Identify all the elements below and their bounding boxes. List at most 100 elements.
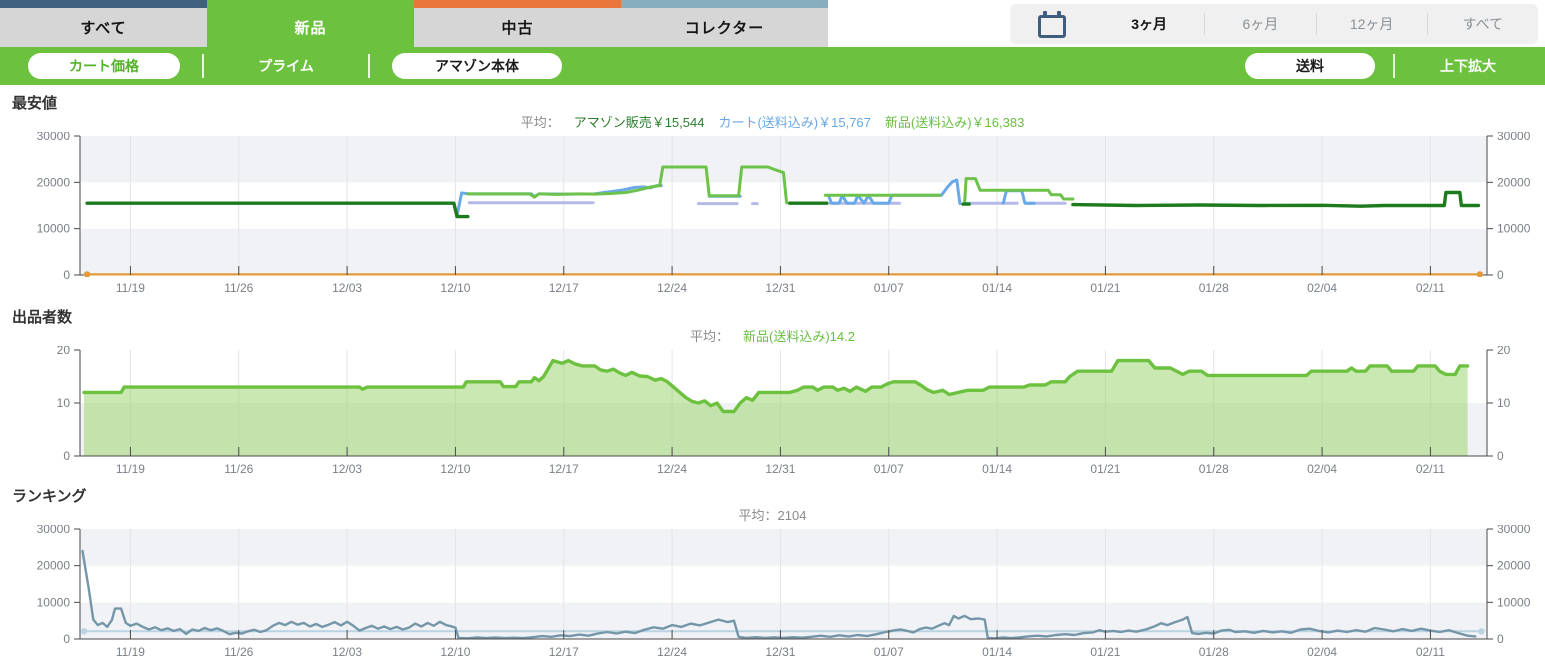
svg-text:12/03: 12/03	[332, 645, 362, 659]
toolbar-separator	[202, 54, 204, 78]
svg-text:0: 0	[1497, 268, 1504, 282]
svg-text:11/26: 11/26	[224, 645, 253, 659]
svg-text:11/19: 11/19	[116, 281, 145, 295]
svg-text:01/07: 01/07	[874, 462, 904, 476]
svg-text:12/10: 12/10	[440, 645, 470, 659]
condition-tabs: すべて 新品 中古 コレクター	[0, 0, 828, 47]
sellers-chart[interactable]: 0 0 10 10 20 20 11/19 11/26 12/03 12/10 12/17 12/24…	[0, 346, 1545, 482]
svg-text:12/10: 12/10	[440, 462, 470, 476]
svg-text:01/07: 01/07	[874, 645, 904, 659]
tab-new[interactable]: 新品	[207, 0, 414, 47]
svg-text:02/11: 02/11	[1416, 281, 1445, 295]
price-chart-legend: 平均： アマゾン販売￥15,544 カート(送料込み)￥15,767 新品(送料込み)…	[0, 114, 1545, 132]
legend-average-label: 平均：	[690, 329, 730, 344]
svg-text:02/04: 02/04	[1307, 462, 1337, 476]
period-6m[interactable]: 6ヶ月	[1205, 14, 1315, 34]
svg-text:01/28: 01/28	[1199, 281, 1229, 295]
legend-sellers-new: 新品(送料込み)14.2	[743, 329, 855, 344]
svg-text:20000: 20000	[37, 559, 71, 573]
legend-average-label: 平均：	[520, 115, 560, 130]
tab-used-accent	[414, 0, 621, 8]
svg-text:11/26: 11/26	[224, 281, 253, 295]
svg-text:01/14: 01/14	[982, 281, 1012, 295]
svg-text:12/31: 12/31	[765, 462, 795, 476]
legend-ranking-average: 平均：2104	[738, 508, 807, 523]
svg-text:10000: 10000	[1497, 595, 1531, 609]
ranking-chart[interactable]: 0 0 10000 10000 20000 20000 30000 30000 11/19 11/…	[0, 525, 1545, 665]
toolbar: カート価格 プライム アマゾン本体 送料 上下拡大	[0, 47, 1545, 85]
price-tracker-app: すべて 新品 中古 コレクター 3ヶ月 6ヶ月 12ヶ月 すべて カート価格 プ…	[0, 0, 1545, 669]
svg-text:20: 20	[1497, 346, 1511, 357]
sellers-chart-legend: 平均： 新品(送料込み)14.2	[0, 328, 1545, 346]
svg-text:0: 0	[63, 449, 70, 463]
price-chart[interactable]: 0 0 10000 10000 20000 20000 30000 30000 11/19 11/…	[0, 132, 1545, 301]
tab-collector-label: コレクター	[621, 8, 828, 47]
cart-price-button[interactable]: カート価格	[28, 53, 180, 79]
svg-text:12/10: 12/10	[440, 281, 470, 295]
period-selector: 3ヶ月 6ヶ月 12ヶ月 すべて	[1010, 4, 1538, 44]
legend-cart-price: カート(送料込み)￥15,767	[718, 115, 871, 130]
prime-button[interactable]: プライム	[226, 56, 346, 76]
svg-text:02/11: 02/11	[1416, 462, 1445, 476]
svg-text:0: 0	[1497, 449, 1504, 463]
period-3m[interactable]: 3ヶ月	[1094, 14, 1204, 34]
svg-text:11/26: 11/26	[224, 462, 253, 476]
tab-all-label: すべて	[0, 8, 207, 47]
period-12m[interactable]: 12ヶ月	[1317, 14, 1427, 34]
svg-text:20000: 20000	[37, 175, 71, 189]
svg-text:01/14: 01/14	[982, 645, 1012, 659]
expand-vertical-button[interactable]: 上下拡大	[1413, 56, 1523, 76]
svg-text:12/17: 12/17	[549, 645, 579, 659]
section-title-lowest-price: 最安値	[12, 95, 58, 112]
section-title-ranking: ランキング	[12, 488, 87, 505]
tab-collector[interactable]: コレクター	[621, 0, 828, 47]
legend-amazon-price: アマゾン販売￥15,544	[573, 115, 705, 130]
svg-text:20000: 20000	[1497, 175, 1531, 189]
svg-text:01/21: 01/21	[1090, 462, 1120, 476]
svg-text:01/28: 01/28	[1199, 462, 1229, 476]
svg-text:20: 20	[57, 346, 71, 357]
svg-text:30000: 30000	[37, 525, 71, 536]
svg-text:12/17: 12/17	[549, 281, 579, 295]
svg-text:30000: 30000	[1497, 132, 1531, 143]
svg-text:0: 0	[63, 268, 70, 282]
period-all[interactable]: すべて	[1428, 14, 1538, 34]
svg-text:02/04: 02/04	[1307, 281, 1337, 295]
toolbar-separator	[368, 54, 370, 78]
ranking-chart-legend: 平均：2104	[0, 507, 1545, 525]
svg-text:20000: 20000	[1497, 559, 1531, 573]
tab-all[interactable]: すべて	[0, 0, 207, 47]
section-ranking: ランキング 平均：2104 0 0 10000 10000 20000 20000 3000…	[0, 488, 1545, 665]
section-lowest-price: 最安値 平均： アマゾン販売￥15,544 カート(送料込み)￥15,767 新品(送…	[0, 95, 1545, 301]
svg-text:12/03: 12/03	[332, 281, 362, 295]
svg-text:30000: 30000	[37, 132, 71, 143]
tab-used[interactable]: 中古	[414, 0, 621, 47]
svg-text:10000: 10000	[37, 222, 71, 236]
svg-text:0: 0	[63, 632, 70, 646]
section-title-sellers: 出品者数	[12, 309, 73, 326]
topbar: すべて 新品 中古 コレクター 3ヶ月 6ヶ月 12ヶ月 すべて	[0, 0, 1545, 47]
svg-text:10: 10	[57, 396, 71, 410]
svg-text:02/11: 02/11	[1416, 645, 1445, 659]
svg-text:01/14: 01/14	[982, 462, 1012, 476]
calendar-icon[interactable]	[1010, 10, 1094, 38]
svg-text:01/07: 01/07	[874, 281, 904, 295]
svg-text:11/19: 11/19	[116, 462, 145, 476]
tab-used-label: 中古	[414, 8, 621, 47]
svg-text:01/21: 01/21	[1090, 281, 1120, 295]
shipping-button[interactable]: 送料	[1245, 53, 1375, 79]
tab-collector-accent	[621, 0, 828, 8]
svg-text:01/21: 01/21	[1090, 645, 1120, 659]
legend-new-price: 新品(送料込み)￥16,383	[884, 115, 1025, 130]
svg-text:02/04: 02/04	[1307, 645, 1337, 659]
svg-text:12/31: 12/31	[765, 645, 795, 659]
svg-text:12/03: 12/03	[332, 462, 362, 476]
svg-text:10: 10	[1497, 396, 1511, 410]
svg-text:12/24: 12/24	[657, 281, 687, 295]
svg-text:01/28: 01/28	[1199, 645, 1229, 659]
svg-text:12/31: 12/31	[765, 281, 795, 295]
toolbar-separator	[1393, 54, 1395, 78]
amazon-body-button[interactable]: アマゾン本体	[392, 53, 562, 79]
tab-new-label: 新品	[207, 8, 414, 47]
svg-text:12/24: 12/24	[657, 462, 687, 476]
